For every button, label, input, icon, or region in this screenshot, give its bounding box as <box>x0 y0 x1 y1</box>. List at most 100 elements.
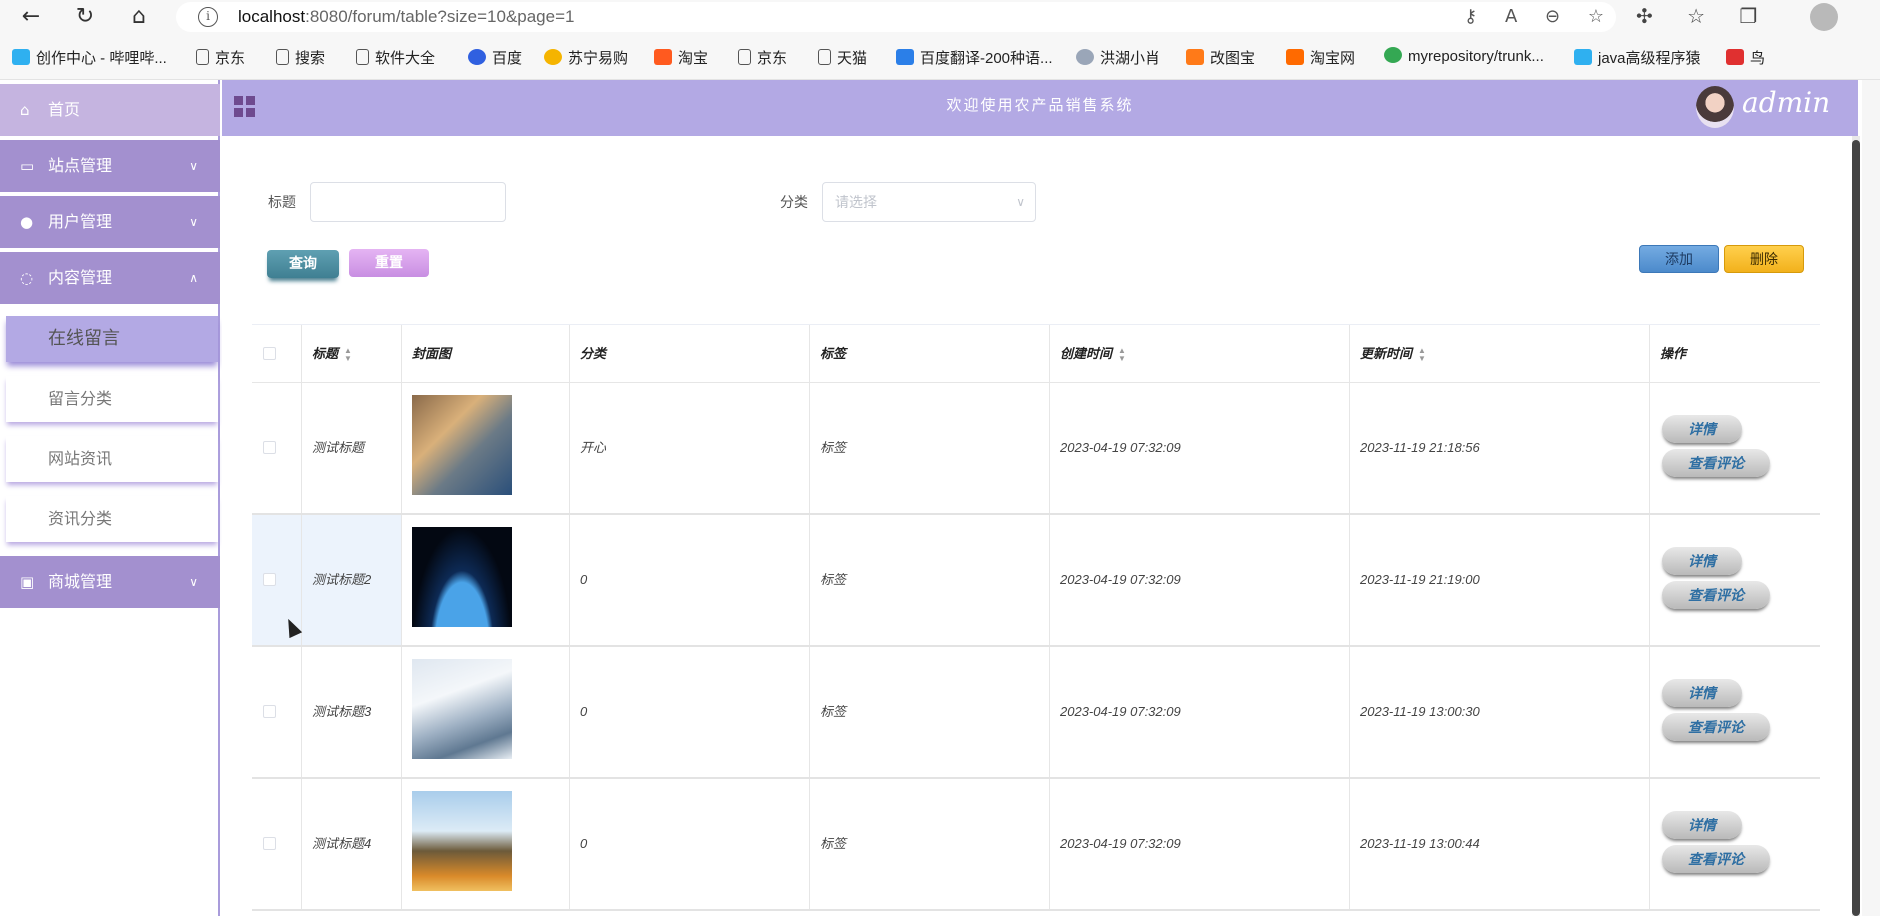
row-checkbox[interactable] <box>263 573 276 586</box>
sidebar-subitem-message-category[interactable]: 留言分类 <box>6 376 218 422</box>
title-filter-input[interactable] <box>310 182 506 222</box>
zoom-out-icon[interactable]: ⊖ <box>1545 6 1560 27</box>
bookmark-item[interactable]: 苏宁易购 <box>544 47 628 68</box>
scrollbar-thumb[interactable] <box>1852 140 1860 916</box>
bookmark-item[interactable]: java高级程序猿 <box>1574 47 1701 68</box>
cell-cover <box>402 779 570 909</box>
chevron-down-icon: ∨ <box>189 575 198 589</box>
sidebar-item-content[interactable]: ◌ 内容管理 ∧ <box>0 252 220 304</box>
query-button[interactable]: 查询 <box>267 250 339 278</box>
sidebar-subitem-news[interactable]: 网站资讯 <box>6 436 218 482</box>
cell-cover <box>402 515 570 645</box>
select-all-checkbox[interactable] <box>263 347 276 360</box>
url-host: localhost <box>238 7 306 26</box>
category-select[interactable]: 请选择 ∨ <box>822 182 1036 222</box>
detail-button[interactable]: 详情 <box>1662 547 1742 575</box>
view-comments-button[interactable]: 查看评论 <box>1662 581 1770 609</box>
extensions-icon[interactable]: ✣ <box>1636 4 1653 28</box>
chevron-up-icon: ∧ <box>189 271 198 285</box>
bookmark-item[interactable]: 创作中心 - 哔哩哔... <box>12 47 167 68</box>
cell-updated: 2023-11-19 21:19:00 <box>1350 515 1650 645</box>
sidebar-item-mall[interactable]: ▣ 商城管理 ∨ <box>0 556 220 608</box>
detail-button[interactable]: 详情 <box>1662 811 1742 839</box>
cover-image <box>412 395 512 495</box>
cell-tag: 标签 <box>810 383 1050 513</box>
bookmark-item[interactable]: 京东 <box>196 47 245 68</box>
detail-button[interactable]: 详情 <box>1662 415 1742 443</box>
table-row: 测试标题2 0 标签 2023-04-19 07:32:09 2023-11-1… <box>252 515 1820 647</box>
bookmark-label: java高级程序猿 <box>1598 50 1701 67</box>
header-created[interactable]: 创建时间 ▲ ▼ <box>1050 325 1350 383</box>
data-table: 标题 ▲ ▼ 封面图 分类 标签 创建时间 ▲ ▼ 更新时间 ▲ ▼ 操作 测试标题 开心 … <box>252 324 1820 916</box>
username[interactable]: admin <box>1742 86 1830 119</box>
favorites-icon[interactable]: ☆ <box>1687 4 1705 28</box>
delete-button[interactable]: 删除 <box>1724 245 1804 273</box>
sidebar-item-home[interactable]: ⌂ 首页 <box>0 84 220 136</box>
bookmark-item[interactable]: 百度 <box>468 47 522 68</box>
bookmark-item[interactable]: 京东 <box>738 47 787 68</box>
chevron-down-icon: ∨ <box>189 215 198 229</box>
sidebar-subitem-online-message[interactable]: 在线留言 <box>6 316 218 362</box>
sort-icon[interactable]: ▲ ▼ <box>1418 346 1426 363</box>
detail-button[interactable]: 详情 <box>1662 679 1742 707</box>
row-checkbox[interactable] <box>263 837 276 850</box>
sidebar-item-label: 首页 <box>48 100 81 119</box>
address-actions: ⚷ A ⊖ ☆ <box>1442 6 1604 27</box>
bookmark-item[interactable]: 百度翻译-200种语... <box>896 47 1053 68</box>
bookmark-item[interactable]: 淘宝 <box>654 47 708 68</box>
sidebar-item-site[interactable]: ▭ 站点管理 ∨ <box>0 140 220 192</box>
header-actions: 操作 <box>1650 325 1820 383</box>
view-comments-button[interactable]: 查看评论 <box>1662 449 1770 477</box>
cover-image <box>412 527 512 627</box>
bookmark-item[interactable]: 洪湖小肖 <box>1076 47 1160 68</box>
sidebar-item-label: 内容管理 <box>48 268 113 287</box>
address-row: ← ↻ ⌂ i localhost:8080/forum/table?size=… <box>0 0 1880 34</box>
cover-image <box>412 659 512 759</box>
sidebar-subitem-news-category[interactable]: 资讯分类 <box>6 496 218 542</box>
back-arrow-icon[interactable]: ← <box>18 4 44 30</box>
cell-category: 0 <box>570 515 810 645</box>
toolbar-icons: ✣ ☆ ❐ <box>1636 4 1785 28</box>
header-select-all <box>252 325 302 383</box>
bookmark-item[interactable]: 软件大全 <box>356 47 435 68</box>
bookmark-item[interactable]: 天猫 <box>818 47 867 68</box>
bookmark-item[interactable]: 搜索 <box>276 47 325 68</box>
sort-icon[interactable]: ▲ ▼ <box>344 346 352 363</box>
bookmark-item[interactable]: 淘宝网 <box>1286 47 1355 68</box>
add-button[interactable]: 添加 <box>1639 245 1719 273</box>
sidebar-item-label: 商城管理 <box>48 572 113 591</box>
collections-icon[interactable]: ❐ <box>1739 4 1757 28</box>
view-comments-button[interactable]: 查看评论 <box>1662 845 1770 873</box>
read-aloud-icon[interactable]: A <box>1505 6 1517 27</box>
reload-icon[interactable]: ↻ <box>72 4 98 30</box>
avatar[interactable] <box>1696 86 1734 128</box>
reset-button[interactable]: 重置 <box>349 249 429 277</box>
header-updated[interactable]: 更新时间 ▲ ▼ <box>1350 325 1650 383</box>
bookmark-item[interactable]: 鸟 <box>1726 47 1765 68</box>
view-comments-button[interactable]: 查看评论 <box>1662 713 1770 741</box>
key-icon[interactable]: ⚷ <box>1464 6 1477 27</box>
address-bar[interactable]: i localhost:8080/forum/table?size=10&pag… <box>176 2 1616 32</box>
sort-icon[interactable]: ▲ ▼ <box>1118 346 1126 363</box>
cell-created: 2023-04-19 07:32:09 <box>1050 779 1350 909</box>
row-checkbox[interactable] <box>263 441 276 454</box>
bookmark-label: 天猫 <box>837 50 868 67</box>
sidebar: ⌂ 首页 ▭ 站点管理 ∨ ● 用户管理 ∨ ◌ 内容管理 ∧ 在线留言 留言分类 网站资讯 … <box>0 80 220 916</box>
title-filter-label: 标题 <box>268 195 296 211</box>
profile-avatar[interactable] <box>1810 3 1838 31</box>
cell-tag: 标签 <box>810 647 1050 777</box>
sidebar-item-users[interactable]: ● 用户管理 ∨ <box>0 196 220 248</box>
bookmark-item[interactable]: 改图宝 <box>1186 47 1255 68</box>
bookmark-item[interactable]: myrepository/trunk... <box>1384 47 1544 65</box>
row-checkbox-cell <box>252 647 302 777</box>
home-icon[interactable]: ⌂ <box>126 4 152 30</box>
favorite-add-icon[interactable]: ☆ <box>1588 6 1604 27</box>
header-title[interactable]: 标题 ▲ ▼ <box>302 325 402 383</box>
cell-title: 测试标题 <box>302 383 402 513</box>
header-label: 封面图 <box>412 346 452 361</box>
category-select-placeholder: 请选择 <box>835 194 877 210</box>
row-checkbox[interactable] <box>263 705 276 718</box>
cell-tag: 标签 <box>810 515 1050 645</box>
header-tag: 标签 <box>810 325 1050 383</box>
site-info-icon[interactable]: i <box>198 7 218 27</box>
